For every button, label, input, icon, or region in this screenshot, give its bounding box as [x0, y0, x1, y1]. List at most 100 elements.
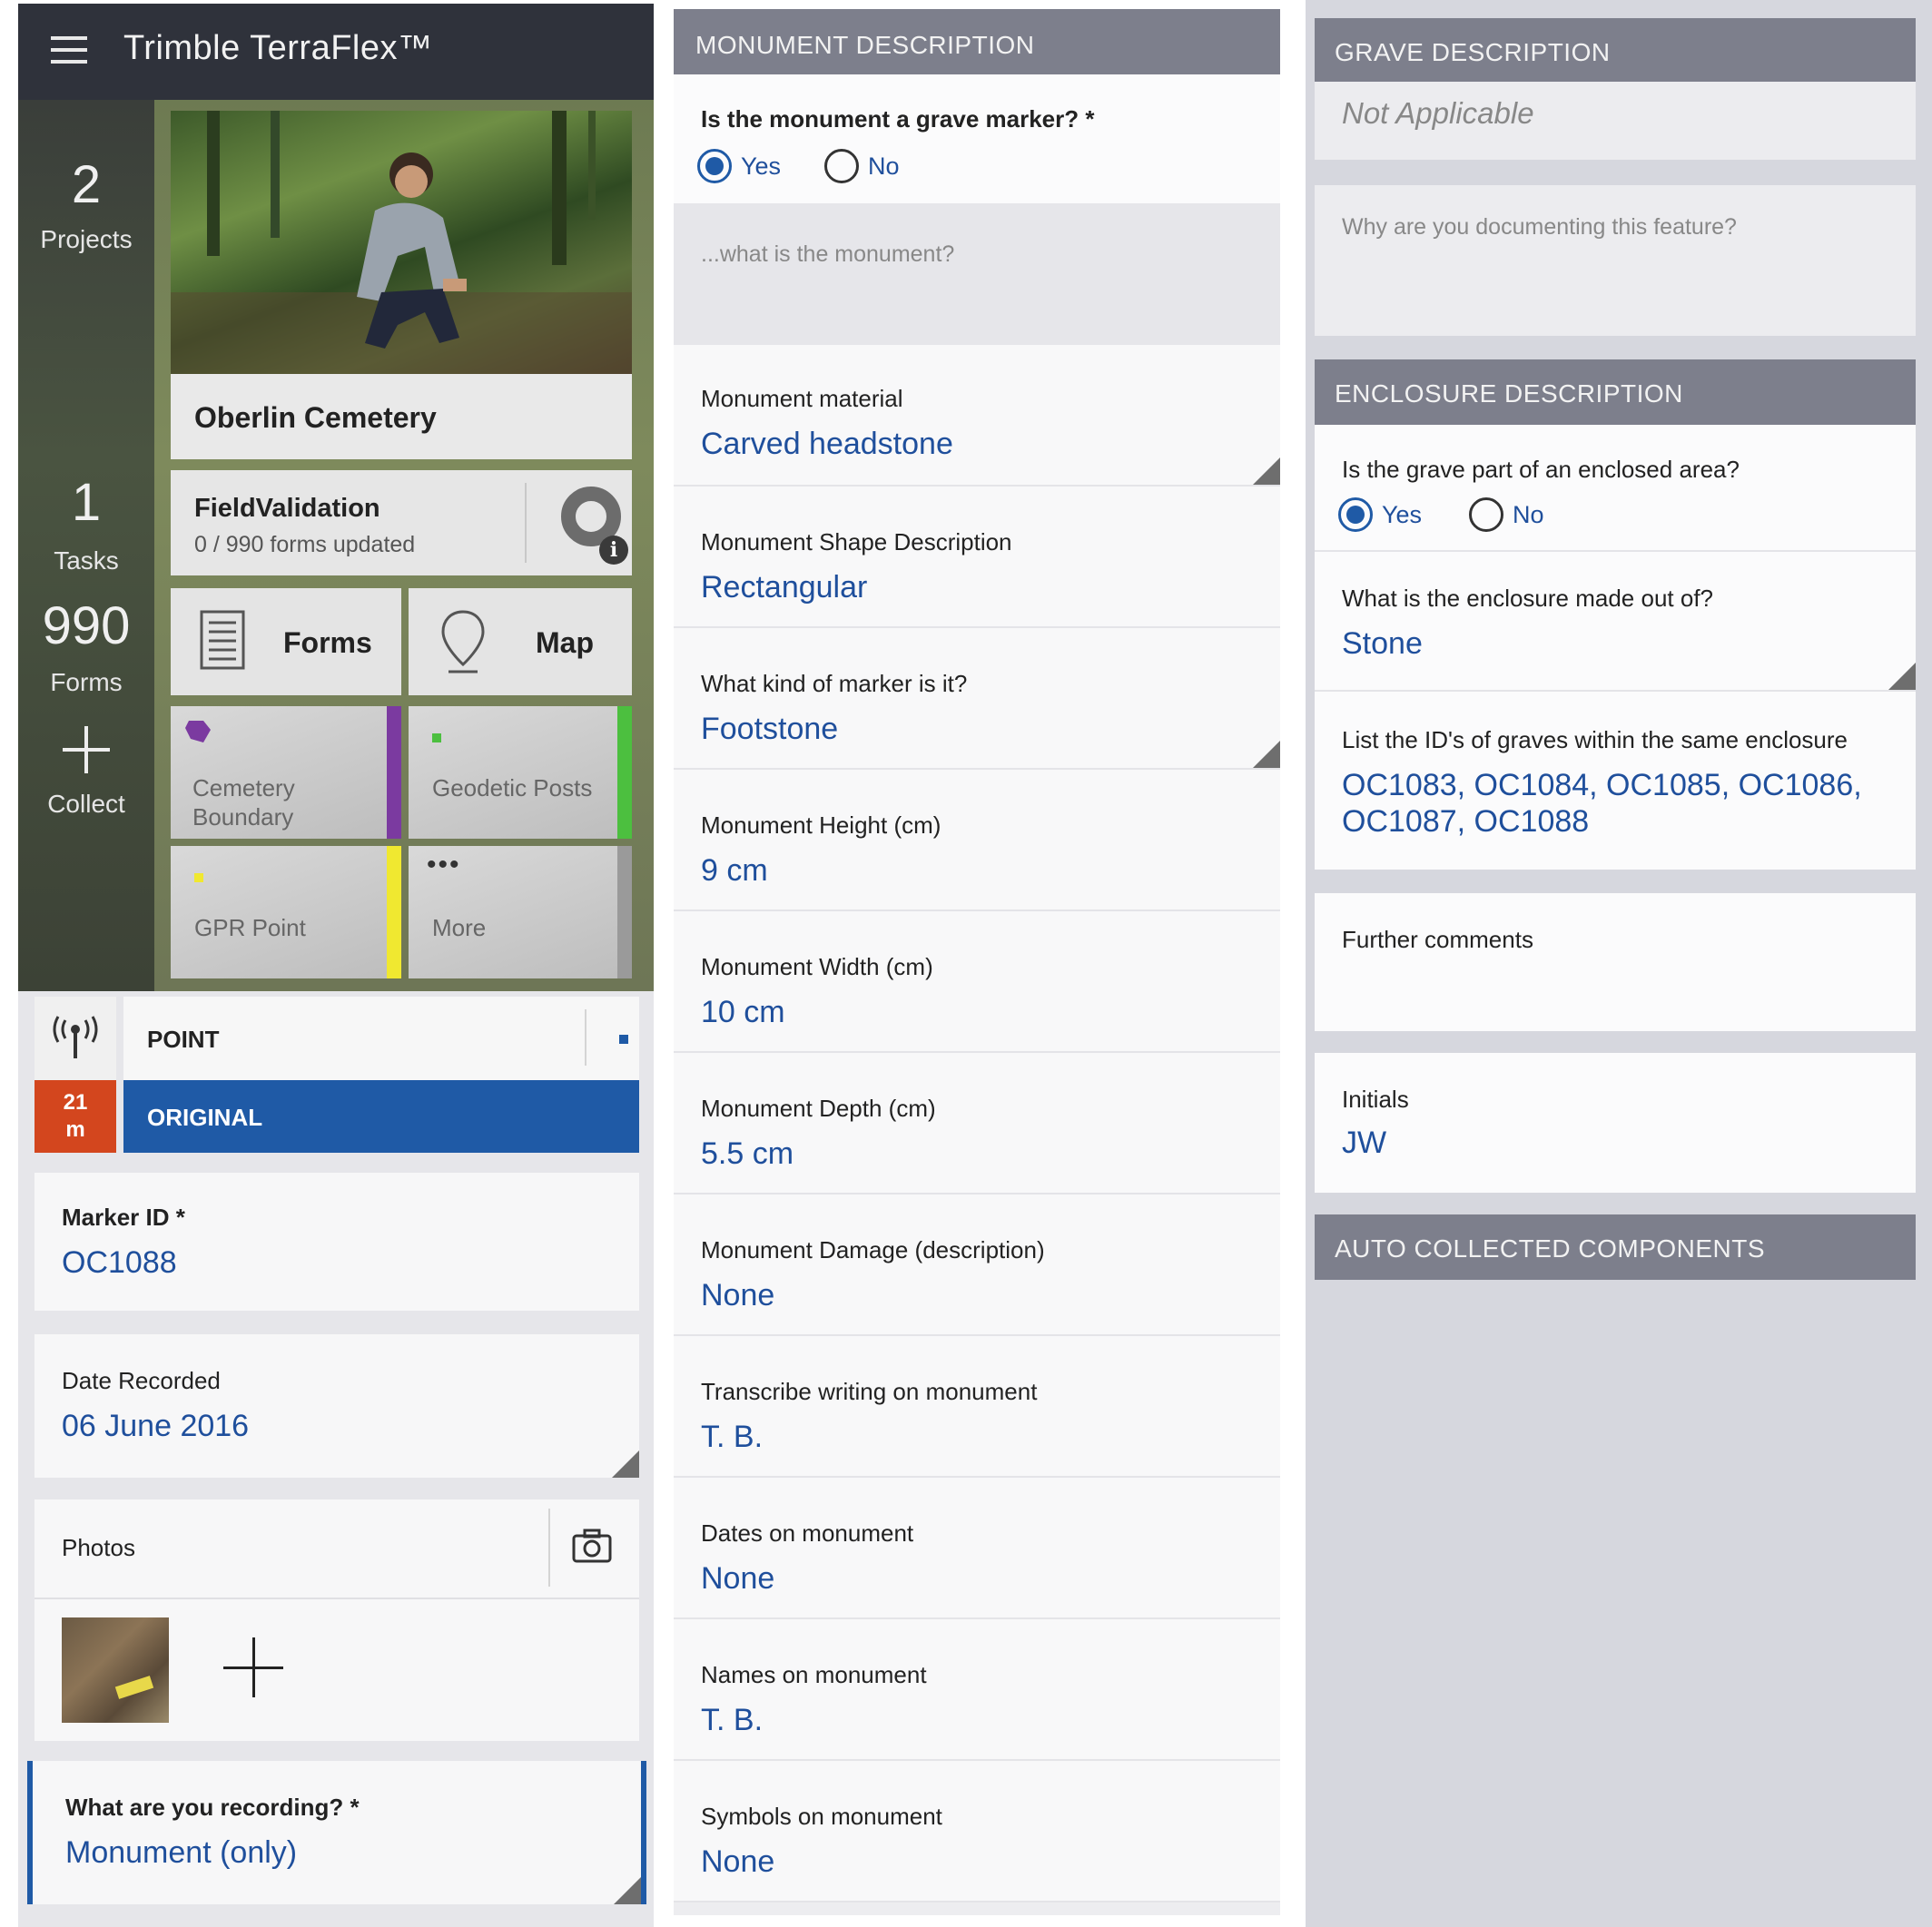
point-icon — [619, 1035, 628, 1044]
monument-width-field[interactable]: Monument Width (cm) 10 cm — [674, 911, 1280, 1053]
gps-status-card: 21 m POINT ORIGINAL — [34, 997, 639, 1153]
monument-material-field[interactable]: Monument material Carved headstone — [674, 345, 1280, 487]
field-label: What is the enclosure made out of? — [1342, 585, 1714, 612]
form-list-icon — [200, 610, 245, 670]
why-documenting-input[interactable]: Why are you documenting this feature? — [1315, 185, 1916, 336]
monument-shape-field[interactable]: Monument Shape Description Rectangular — [674, 487, 1280, 628]
resize-corner-icon — [612, 1450, 639, 1478]
field-label: Monument Width (cm) — [701, 953, 933, 980]
tasks-count[interactable]: 1 — [18, 472, 154, 533]
field-value: Stone — [1342, 626, 1423, 661]
transcribe-writing-field[interactable]: Transcribe writing on monument T. B. — [674, 1336, 1280, 1478]
radio-no-label[interactable]: No — [1513, 501, 1544, 529]
field-label: Symbols on monument — [701, 1803, 942, 1830]
more-dots-icon: ••• — [427, 850, 461, 880]
field-value: T. B. — [701, 1420, 764, 1454]
what-monument-input[interactable]: ...what is the monument? — [674, 203, 1280, 345]
monument-damage-field[interactable]: Monument Damage (description) None — [674, 1195, 1280, 1336]
divider — [525, 483, 527, 563]
task-title: FieldValidation — [194, 494, 380, 523]
divider — [585, 1009, 586, 1066]
form-tile-cemetery-boundary[interactable]: Cemetery Boundary — [171, 706, 401, 839]
tasks-label[interactable]: Tasks — [18, 546, 154, 575]
forms-count[interactable]: 990 — [18, 595, 154, 656]
input-placeholder: Why are you documenting this feature? — [1342, 214, 1737, 240]
further-comments-field[interactable]: Further comments — [1315, 893, 1916, 1031]
section-header: AUTO COLLECTED COMPONENTS — [1315, 1214, 1916, 1280]
task-progress-text: 0 / 990 forms updated — [194, 532, 416, 557]
field-value: OC1088 — [62, 1245, 177, 1280]
what-recording-field[interactable]: What are you recording? * Monument (only… — [27, 1761, 646, 1904]
photos-label: Photos — [62, 1534, 135, 1561]
divider — [548, 1509, 550, 1587]
grave-description-field[interactable]: Not Applicable — [1315, 82, 1916, 160]
field-value: JW — [1342, 1126, 1387, 1160]
radio-yes-label[interactable]: Yes — [741, 152, 781, 181]
names-on-monument-field[interactable]: Names on monument T. B. — [674, 1619, 1280, 1761]
plus-icon[interactable] — [63, 726, 110, 773]
radio-yes-label[interactable]: Yes — [1382, 501, 1422, 529]
app-title: Trimble TerraFlex™ — [123, 29, 433, 67]
color-stripe — [387, 706, 401, 839]
photo-thumbnail[interactable] — [62, 1617, 169, 1723]
camera-icon[interactable] — [572, 1529, 612, 1563]
field-label: List the ID's of graves within the same … — [1342, 726, 1848, 753]
symbols-on-monument-field[interactable]: Symbols on monument None — [674, 1761, 1280, 1902]
enclosure-grave-ids-field[interactable]: List the ID's of graves within the same … — [1315, 692, 1916, 870]
form-tile-label: More — [432, 914, 487, 941]
radio-no-label[interactable]: No — [868, 152, 900, 181]
app-home-screen: Trimble TerraFlex™ 2 Projects 1 Tasks 99… — [18, 4, 654, 991]
menu-icon[interactable] — [51, 36, 87, 64]
radio-no[interactable] — [1469, 497, 1503, 532]
field-value: None — [701, 1278, 775, 1313]
forms-button[interactable]: Forms — [171, 588, 401, 695]
input-placeholder: ...what is the monument? — [701, 241, 955, 267]
field-label: Date Recorded — [62, 1367, 221, 1394]
gps-antenna-box[interactable] — [34, 997, 116, 1080]
radio-yes[interactable] — [697, 149, 732, 183]
field-value-line-1: OC1083, OC1084, OC1085, OC1086, — [1342, 768, 1862, 802]
polygon-icon — [185, 721, 211, 742]
projects-count[interactable]: 2 — [18, 154, 154, 215]
field-value: Rectangular — [701, 570, 868, 605]
project-name: Oberlin Cemetery — [194, 401, 437, 434]
forms-button-label: Forms — [283, 626, 372, 659]
position-source-row[interactable]: ORIGINAL — [123, 1080, 639, 1153]
resize-corner-icon — [1253, 457, 1280, 485]
form-tile-geodetic-posts[interactable]: Geodetic Posts — [409, 706, 632, 839]
project-card[interactable]: Oberlin Cemetery — [171, 111, 632, 459]
enclosure-material-field[interactable]: What is the enclosure made out of? Stone — [1315, 552, 1916, 692]
form-tile-gpr-point[interactable]: GPR Point — [171, 846, 401, 978]
dates-on-monument-field[interactable]: Dates on monument None — [674, 1478, 1280, 1619]
projects-label[interactable]: Projects — [18, 225, 154, 254]
geometry-type-label: POINT — [147, 1026, 220, 1053]
field-value: T. B. — [701, 1703, 764, 1737]
date-recorded-field[interactable]: Date Recorded 06 June 2016 — [34, 1334, 639, 1478]
add-photo-icon[interactable] — [223, 1637, 283, 1697]
divider — [34, 1598, 639, 1599]
geometry-type-row[interactable]: POINT — [123, 997, 639, 1080]
forms-label[interactable]: Forms — [18, 668, 154, 697]
resize-corner-icon — [1888, 663, 1916, 690]
field-label: Transcribe writing on monument — [701, 1378, 1038, 1405]
map-button[interactable]: Map — [409, 588, 632, 695]
map-button-label: Map — [536, 626, 594, 659]
task-card[interactable]: FieldValidation 0 / 990 forms updated i — [171, 470, 632, 575]
marker-kind-field[interactable]: What kind of marker is it? Footstone — [674, 628, 1280, 770]
field-label: Dates on monument — [701, 1519, 914, 1547]
info-icon[interactable]: i — [599, 536, 628, 565]
marker-id-field[interactable]: Marker ID * OC1088 — [34, 1173, 639, 1311]
initials-field[interactable]: Initials JW — [1315, 1053, 1916, 1193]
radio-no[interactable] — [824, 149, 859, 183]
form-tile-more[interactable]: ••• More — [409, 846, 632, 978]
monument-depth-field[interactable]: Monument Depth (cm) 5.5 cm — [674, 1053, 1280, 1195]
field-label: Monument Damage (description) — [701, 1236, 1045, 1263]
monument-height-field[interactable]: Monument Height (cm) 9 cm — [674, 770, 1280, 911]
field-value: Monument (only) — [65, 1835, 298, 1870]
radio-yes[interactable] — [1338, 497, 1373, 532]
stats-sidebar: 2 Projects 1 Tasks 990 Forms Collect — [18, 100, 154, 991]
collect-label[interactable]: Collect — [18, 790, 154, 819]
field-label: What kind of marker is it? — [701, 670, 968, 697]
field-label: Monument Shape Description — [701, 528, 1012, 555]
field-value: None — [701, 1561, 775, 1596]
